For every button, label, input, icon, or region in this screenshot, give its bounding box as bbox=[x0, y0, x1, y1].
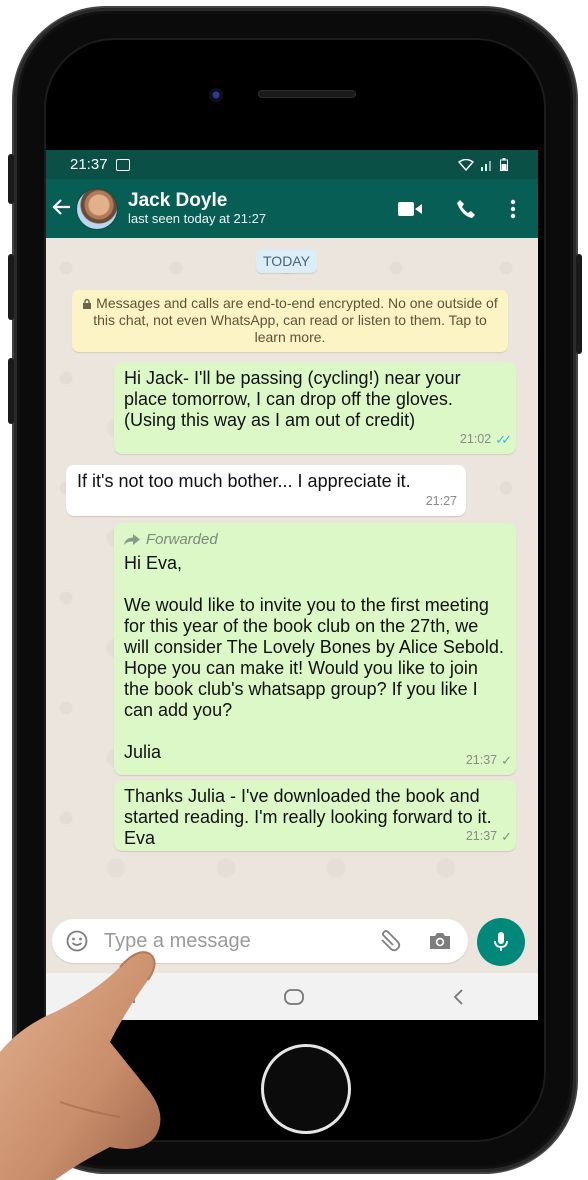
chat-area[interactable]: TODAY Messages and calls are end-to-end … bbox=[46, 238, 538, 913]
battery-icon bbox=[500, 158, 508, 171]
power-button bbox=[576, 254, 582, 354]
forwarded-message-bubble[interactable]: Forwarded Hi Eva, We would like to invit… bbox=[114, 523, 516, 775]
wifi-icon bbox=[458, 158, 474, 171]
camera-icon[interactable] bbox=[428, 931, 452, 951]
read-ticks-icon: ✓✓ bbox=[495, 432, 512, 447]
mic-icon bbox=[494, 932, 508, 951]
sent-tick-icon: ✓ bbox=[501, 753, 512, 768]
earpiece-speaker bbox=[258, 90, 356, 98]
forwarded-text: Forwarded bbox=[146, 531, 218, 548]
date-label: TODAY bbox=[256, 249, 317, 273]
message-time: 21:02 bbox=[459, 432, 492, 446]
pointing-finger bbox=[0, 951, 161, 1180]
message-text: Thanks Julia - I've downloaded the book … bbox=[124, 786, 492, 848]
contact-avatar[interactable] bbox=[76, 187, 118, 230]
message-line bbox=[124, 574, 507, 595]
status-bar: 21:37 bbox=[46, 150, 538, 179]
mic-button[interactable] bbox=[477, 918, 525, 966]
forwarded-label: Forwarded bbox=[124, 529, 507, 550]
message-line: Julia bbox=[124, 742, 162, 762]
message-bubble[interactable]: Hi Jack- I'll be passing (cycling!) near… bbox=[114, 362, 516, 454]
message-text: Hi Jack- I'll be passing (cycling!) near… bbox=[124, 368, 461, 430]
encryption-notice[interactable]: Messages and calls are end-to-end encryp… bbox=[72, 290, 508, 352]
last-seen: last seen today at 21:27 bbox=[128, 210, 267, 226]
volume-button bbox=[8, 254, 14, 320]
contact-info[interactable]: Jack Doyle last seen today at 21:27 bbox=[128, 189, 267, 227]
phone-screen: 21:37 Jack Doyle last seen today at 21:2… bbox=[46, 150, 538, 1020]
phone-icon[interactable] bbox=[456, 199, 476, 219]
encryption-notice-text: Messages and calls are end-to-end encryp… bbox=[93, 295, 498, 345]
message-bubble[interactable]: If it's not too much bother... I appreci… bbox=[66, 465, 466, 516]
attach-icon[interactable] bbox=[378, 930, 404, 952]
side-button bbox=[8, 154, 14, 204]
sent-tick-icon: ✓ bbox=[501, 829, 512, 844]
back-arrow-icon[interactable] bbox=[52, 195, 74, 223]
contact-name: Jack Doyle bbox=[128, 189, 228, 211]
front-camera bbox=[209, 88, 223, 102]
back-nav-icon[interactable] bbox=[451, 988, 465, 1006]
message-line: Hi Eva, bbox=[124, 553, 183, 573]
message-line bbox=[124, 721, 507, 742]
chat-header: Jack Doyle last seen today at 21:27 bbox=[46, 179, 538, 238]
more-vert-icon[interactable] bbox=[510, 199, 516, 219]
video-call-icon[interactable] bbox=[398, 201, 422, 217]
message-bubble[interactable]: Thanks Julia - I've downloaded the book … bbox=[114, 780, 516, 851]
message-time: 21:37 bbox=[465, 829, 498, 843]
volume-button bbox=[8, 358, 14, 424]
home-button[interactable] bbox=[261, 1044, 351, 1134]
message-text: If it's not too much bother... I appreci… bbox=[77, 471, 411, 491]
signal-icon bbox=[481, 160, 491, 171]
status-time: 21:37 bbox=[70, 156, 108, 173]
message-time: 21:37 bbox=[465, 753, 498, 767]
message-time: 21:27 bbox=[425, 494, 457, 508]
message-line: We would like to invite you to the first… bbox=[124, 595, 504, 720]
gallery-notification-icon bbox=[115, 158, 130, 171]
lock-icon bbox=[83, 298, 92, 309]
forward-arrow-icon bbox=[124, 534, 140, 545]
home-icon[interactable] bbox=[283, 988, 305, 1006]
